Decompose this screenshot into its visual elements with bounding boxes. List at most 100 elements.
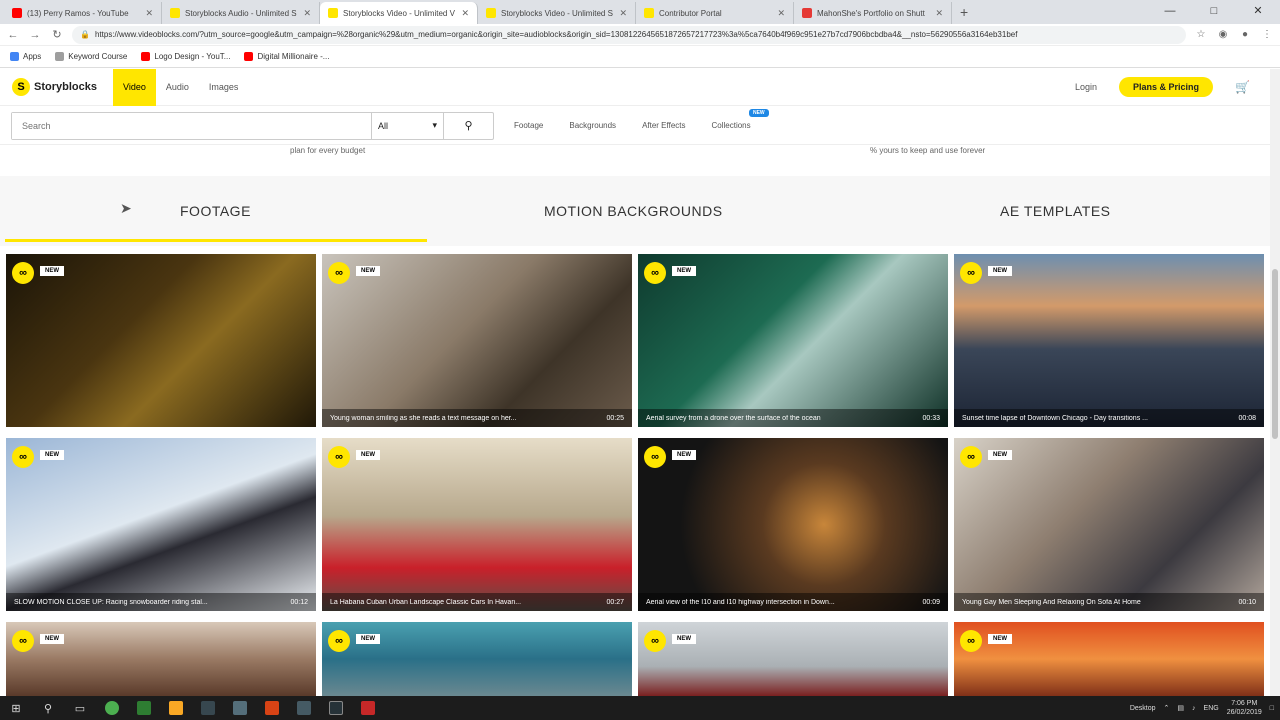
subnav-backgrounds[interactable]: Backgrounds (569, 121, 616, 130)
loop-icon: ∞ (960, 630, 982, 652)
new-badge: NEW (40, 634, 64, 644)
video-card[interactable]: ∞ NEW Aerial survey from a drone over the … (638, 254, 948, 427)
bookmark-item[interactable]: Keyword Course (55, 52, 127, 61)
back-icon[interactable]: ← (6, 29, 20, 41)
subnav-footage[interactable]: Footage (514, 121, 543, 130)
windows-start-icon[interactable]: ⊞ (0, 696, 32, 720)
subnav-collections[interactable]: Collections NEW (712, 109, 769, 130)
search-taskbar-icon[interactable]: ⚲ (32, 696, 64, 720)
search-button[interactable]: ⚲ (444, 119, 493, 132)
video-card[interactable]: ∞ NEW Sunset time lapse of Downtown Chicag… (954, 254, 1264, 427)
loop-icon: ∞ (12, 262, 34, 284)
cart-icon[interactable]: 🛒 (1235, 80, 1250, 94)
reload-icon[interactable]: ↻ (50, 28, 64, 41)
nav-video[interactable]: Video (113, 68, 156, 106)
mouse-cursor-icon: ➤ (120, 200, 132, 216)
app-icon-8[interactable] (320, 696, 352, 720)
search-input[interactable] (12, 112, 372, 139)
network-icon[interactable]: ▤ (1177, 704, 1184, 712)
forward-icon[interactable]: → (28, 29, 42, 41)
url-text: https://www.videoblocks.com/?utm_source=… (94, 30, 1018, 39)
tray-up-icon[interactable]: ⌃ (1164, 704, 1170, 712)
plans-pricing-button[interactable]: Plans & Pricing (1119, 77, 1214, 97)
notifications-icon[interactable]: □ (1270, 705, 1274, 712)
video-caption-bar: Young Gay Men Sleeping And Relaxing On S… (954, 593, 1264, 611)
app-icon-5[interactable] (224, 696, 256, 720)
file-explorer-app-icon[interactable] (160, 696, 192, 720)
new-tab-button[interactable]: + (952, 2, 976, 24)
close-window-icon[interactable]: ✕ (1236, 0, 1280, 24)
new-badge: NEW (356, 266, 380, 276)
desktop-label[interactable]: Desktop (1130, 705, 1156, 712)
bookmark-item[interactable]: Logo Design - YouT... (141, 52, 230, 61)
video-card[interactable]: ∞ NEW (6, 622, 316, 696)
tab-close-icon[interactable]: ✕ (145, 8, 153, 19)
storyblocks-logo[interactable]: S Storyblocks (0, 78, 113, 96)
clock-time: 7:06 PM (1231, 700, 1258, 707)
video-card[interactable]: ∞ NEW La Habana Cuban Urban Landscape Clas… (322, 438, 632, 611)
tab-footage[interactable]: FOOTAGE (180, 203, 251, 219)
search-type-select[interactable]: All ▾ (372, 112, 444, 139)
browser-tab[interactable]: MahonShe's Portfolio on Shutt ✕ (794, 2, 952, 24)
scrollbar-thumb[interactable] (1272, 269, 1278, 439)
login-link[interactable]: Login (1075, 82, 1097, 92)
tab-motion-backgrounds[interactable]: MOTION BACKGROUNDS (544, 203, 723, 219)
new-badge: NEW (988, 266, 1012, 276)
browser-tab[interactable]: (13) Perry Ramos - YouTube ✕ (4, 2, 162, 24)
bookmark-item[interactable]: Apps (10, 52, 41, 61)
account-icon[interactable]: ● (1238, 29, 1252, 40)
language-indicator[interactable]: ENG (1204, 705, 1219, 712)
maximize-icon[interactable]: □ (1192, 0, 1236, 24)
app-icon-9[interactable] (352, 696, 384, 720)
powerpoint-icon (265, 701, 279, 715)
video-card[interactable]: ∞ NEW (954, 622, 1264, 696)
task-view-icon[interactable]: ▭ (64, 696, 96, 720)
tab-close-icon[interactable]: ✕ (777, 8, 785, 19)
tab-close-icon[interactable]: ✕ (619, 8, 627, 19)
powerpoint-app-icon[interactable] (256, 696, 288, 720)
app-icon-4[interactable] (192, 696, 224, 720)
loop-icon: ∞ (644, 630, 666, 652)
browser-tab-title: Contributor Portal (659, 8, 722, 18)
nav-audio[interactable]: Audio (156, 69, 199, 106)
video-card[interactable]: ∞ NEW Young woman smiling as she reads a t… (322, 254, 632, 427)
star-icon[interactable]: ☆ (1194, 29, 1208, 40)
clock[interactable]: 7:06 PM 26/02/2019 (1227, 699, 1262, 717)
chrome-icon (105, 701, 119, 715)
video-title: Aerial survey from a drone over the surf… (646, 414, 821, 422)
active-tab-indicator (5, 239, 427, 242)
tab-close-icon[interactable]: ✕ (303, 8, 311, 19)
nav-images[interactable]: Images (199, 69, 249, 106)
browser-tab[interactable]: Storyblocks Audio - Unlimited S ✕ (162, 2, 320, 24)
promo-text-left: plan for every budget (290, 146, 366, 155)
chrome-app-icon[interactable] (96, 696, 128, 720)
extension-icon[interactable]: ◉ (1216, 29, 1230, 40)
minimize-icon[interactable]: — (1148, 0, 1192, 24)
url-field[interactable]: 🔒 https://www.videoblocks.com/?utm_sourc… (72, 25, 1186, 44)
loop-icon: ∞ (644, 446, 666, 468)
browser-tab-title: Storyblocks Video - Unlimited S (501, 8, 613, 18)
page-scrollbar[interactable] (1270, 69, 1280, 696)
subnav-after-effects[interactable]: After Effects (642, 121, 685, 130)
bookmark-item[interactable]: Digital Millionaire -... (244, 52, 329, 61)
new-badge: NEW (748, 109, 769, 117)
tab-close-icon[interactable]: ✕ (935, 8, 943, 19)
volume-icon[interactable]: ♪ (1192, 705, 1196, 712)
tab-close-icon[interactable]: ✕ (461, 8, 469, 19)
browser-tab[interactable]: Storyblocks Video - Unlimited S ✕ (478, 2, 636, 24)
browser-tab[interactable]: Storyblocks Video - Unlimited V ✕ (320, 2, 478, 24)
camtasia-app-icon[interactable] (128, 696, 160, 720)
tab-favicon-icon (644, 8, 654, 18)
app-icon-7[interactable] (288, 696, 320, 720)
video-duration: 00:10 (1238, 598, 1256, 606)
video-card[interactable]: ∞ NEW (6, 254, 316, 427)
loop-icon: ∞ (328, 446, 350, 468)
video-card[interactable]: ∞ NEW (322, 622, 632, 696)
video-card[interactable]: ∞ NEW Young Gay Men Sleeping And Relaxing … (954, 438, 1264, 611)
video-card[interactable]: ∞ NEW SLOW MOTION CLOSE UP: Racing snowboa… (6, 438, 316, 611)
tab-ae-templates[interactable]: AE TEMPLATES (1000, 203, 1111, 219)
menu-icon[interactable]: ⋮ (1260, 29, 1274, 40)
video-card[interactable]: ∞ NEW (638, 622, 948, 696)
video-card[interactable]: ∞ NEW Aerial view of the I10 and I10 highw… (638, 438, 948, 611)
browser-tab[interactable]: Contributor Portal ✕ (636, 2, 794, 24)
